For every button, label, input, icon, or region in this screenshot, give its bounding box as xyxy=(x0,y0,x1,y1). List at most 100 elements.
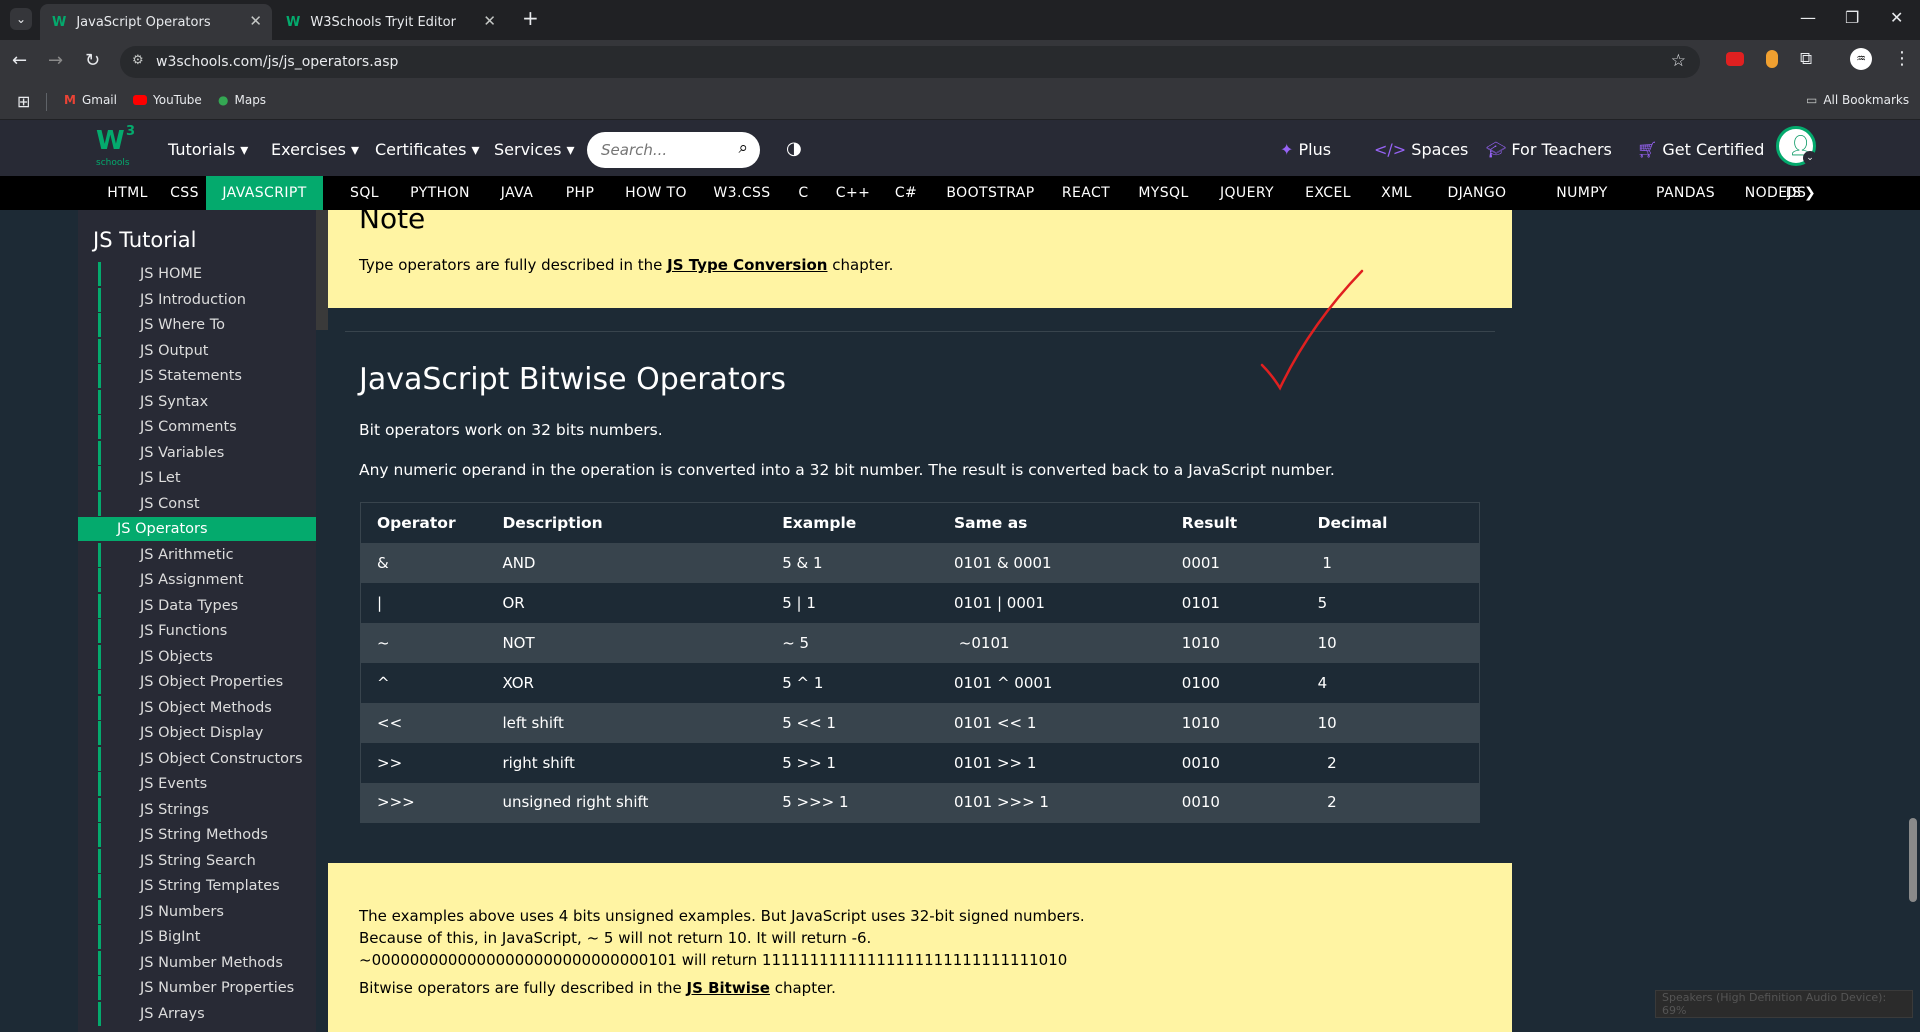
subject-c[interactable]: C xyxy=(787,176,820,210)
reload-icon[interactable]: ↻ xyxy=(85,50,100,71)
subject-excel[interactable]: EXCEL xyxy=(1293,176,1363,210)
js-type-conversion-link[interactable]: JS Type Conversion xyxy=(667,256,827,274)
subject-sql[interactable]: SQL xyxy=(338,176,391,210)
sidebar-item-js-string-search[interactable]: JS String Search xyxy=(98,848,316,873)
subject-jquery[interactable]: JQUERY xyxy=(1206,176,1288,210)
sidebar-item-js-object-methods[interactable]: JS Object Methods xyxy=(98,695,316,720)
page-scrollbar-thumb[interactable] xyxy=(1909,818,1917,902)
apps-grid-icon[interactable]: ⊞ xyxy=(17,92,30,111)
sidebar-item-js-arrays[interactable]: JS Arrays xyxy=(98,1001,316,1026)
sidebar-item-js-bigint[interactable]: JS BigInt xyxy=(98,925,316,949)
theme-toggle-icon[interactable]: ◑ xyxy=(786,138,802,159)
back-icon[interactable]: ← xyxy=(12,50,27,71)
browser-menu-icon[interactable]: ⋮ xyxy=(1893,48,1911,69)
sidebar-item-js-events[interactable]: JS Events xyxy=(98,772,316,796)
table-cell: >> xyxy=(360,742,487,783)
site-info-icon[interactable]: ⚙ xyxy=(132,53,144,68)
menu-certificates[interactable]: Certificates ▾ xyxy=(375,140,480,159)
sidebar-scrollbar[interactable] xyxy=(316,210,328,330)
sidebar-item-js-assignment[interactable]: JS Assignment xyxy=(98,568,316,592)
subject-bootstrap[interactable]: BOOTSTRAP xyxy=(934,176,1047,210)
subject-w3-css[interactable]: W3.CSS xyxy=(703,176,781,210)
page-scrollbar[interactable] xyxy=(1906,210,1920,1032)
bookmark-star-icon[interactable]: ☆ xyxy=(1671,51,1686,71)
js-bitwise-link[interactable]: JS Bitwise xyxy=(687,979,770,997)
subject-html[interactable]: HTML xyxy=(92,176,163,210)
sidebar-item-js-comments[interactable]: JS Comments xyxy=(98,415,316,439)
subject-c-[interactable]: C++ xyxy=(826,176,880,210)
search-input[interactable]: Search... ⌕ xyxy=(587,132,760,168)
sidebar-item-js-object-display[interactable]: JS Object Display xyxy=(98,721,316,745)
sidebar-item-js-object-constructors[interactable]: JS Object Constructors xyxy=(98,746,316,771)
sidebar-item-js-strings[interactable]: JS Strings xyxy=(98,797,316,822)
sidebar-item-js-string-templates[interactable]: JS String Templates xyxy=(98,874,316,898)
sidebar-item-js-output[interactable]: JS Output xyxy=(98,338,316,363)
search-icon[interactable]: ⌕ xyxy=(738,138,748,158)
sidebar-item-js-number-methods[interactable]: JS Number Methods xyxy=(98,950,316,975)
bookmark-gmail[interactable]: M Gmail xyxy=(64,93,117,107)
user-avatar[interactable]: 👤︎ ⌄ xyxy=(1776,126,1817,166)
sidebar-item-js-data-types[interactable]: JS Data Types xyxy=(98,593,316,618)
subject-java[interactable]: JAVA xyxy=(488,176,546,210)
table-cell: 5 >> 1 xyxy=(766,742,939,783)
subject-css[interactable]: CSS xyxy=(163,176,206,210)
menu-exercises[interactable]: Exercises ▾ xyxy=(271,140,359,159)
subject-xml[interactable]: XML xyxy=(1369,176,1424,210)
sidebar-item-js-numbers[interactable]: JS Numbers xyxy=(98,899,316,924)
subject-javascript[interactable]: JAVASCRIPT xyxy=(206,176,323,210)
bookmark-maps[interactable]: ● Maps xyxy=(218,93,266,107)
w3schools-logo[interactable]: W 3 schools xyxy=(96,124,138,170)
subject-c-[interactable]: C# xyxy=(884,176,928,210)
forward-icon[interactable]: → xyxy=(48,50,63,71)
subject-django[interactable]: DJANGO xyxy=(1430,176,1524,210)
extension-youtube-icon[interactable] xyxy=(1726,52,1744,66)
tab-search-button[interactable]: ⌄ xyxy=(10,8,32,30)
subject-scroll-right-icon[interactable]: ❯ xyxy=(1804,176,1816,210)
sidebar-item-js-operators[interactable]: JS Operators xyxy=(78,517,316,541)
restore-icon[interactable]: ❐ xyxy=(1845,8,1859,27)
subject-php[interactable]: PHP xyxy=(553,176,607,210)
sidebar-item-js-object-properties[interactable]: JS Object Properties xyxy=(98,670,316,694)
sidebar-item-js-variables[interactable]: JS Variables xyxy=(98,440,316,465)
table-cell: 0101 & 0001 xyxy=(938,542,1166,583)
close-tab-icon[interactable]: ✕ xyxy=(483,12,496,30)
sidebar-item-js-number-properties[interactable]: JS Number Properties xyxy=(98,976,316,1000)
sidebar-item-js-arithmetic[interactable]: JS Arithmetic xyxy=(98,542,316,567)
sidebar-item-js-introduction[interactable]: JS Introduction xyxy=(98,287,316,312)
table-cell: 0101 xyxy=(1165,582,1302,623)
sidebar-item-js-objects[interactable]: JS Objects xyxy=(98,644,316,669)
sidebar-item-js-where-to[interactable]: JS Where To xyxy=(98,313,316,337)
tab-tryit-editor[interactable]: W W3Schools Tryit Editor ✕ xyxy=(274,4,506,40)
menu-for-teachers[interactable]: 🎓︎ For Teachers xyxy=(1486,140,1612,159)
subject-how-to[interactable]: HOW TO xyxy=(613,176,699,210)
close-window-icon[interactable]: ✕ xyxy=(1890,8,1903,27)
extension-icon[interactable] xyxy=(1766,50,1778,68)
subject-numpy[interactable]: NUMPY xyxy=(1534,176,1630,210)
all-bookmarks[interactable]: ▭ All Bookmarks xyxy=(1806,93,1909,107)
sidebar-item-js-let[interactable]: JS Let xyxy=(98,466,316,490)
menu-services[interactable]: Services ▾ xyxy=(494,140,575,159)
profile-icon[interactable]: ♒ xyxy=(1850,48,1872,70)
subject-pandas[interactable]: PANDAS xyxy=(1644,176,1727,210)
sidebar-item-js-const[interactable]: JS Const xyxy=(98,491,316,516)
url-input[interactable]: ⚙ w3schools.com/js/js_operators.asp ☆ xyxy=(120,46,1700,78)
menu-plus[interactable]: ✦ Plus xyxy=(1280,140,1331,159)
minimize-icon[interactable]: — xyxy=(1800,8,1816,27)
sidebar-item-js-syntax[interactable]: JS Syntax xyxy=(98,389,316,414)
table-cell: ~0101 xyxy=(938,622,1166,663)
new-tab-button[interactable]: + xyxy=(522,6,539,30)
extensions-puzzle-icon[interactable]: ⧉ xyxy=(1800,49,1812,69)
sidebar-item-js-functions[interactable]: JS Functions xyxy=(98,619,316,643)
menu-get-certified[interactable]: 🛒︎ Get Certified xyxy=(1637,140,1764,159)
close-tab-icon[interactable]: ✕ xyxy=(249,12,262,30)
subject-python[interactable]: PYTHON xyxy=(397,176,483,210)
tab-javascript-operators[interactable]: W JavaScript Operators ✕ xyxy=(40,4,272,40)
subject-react[interactable]: REACT xyxy=(1051,176,1121,210)
bookmark-youtube[interactable]: YouTube xyxy=(133,93,202,107)
sidebar-item-js-string-methods[interactable]: JS String Methods xyxy=(98,823,316,847)
menu-tutorials[interactable]: Tutorials ▾ xyxy=(168,140,248,159)
sidebar-item-js-home[interactable]: JS HOME xyxy=(98,262,316,286)
menu-spaces[interactable]: </> Spaces xyxy=(1374,140,1468,159)
sidebar-item-js-statements[interactable]: JS Statements xyxy=(98,364,316,388)
subject-mysql[interactable]: MYSQL xyxy=(1127,176,1200,210)
